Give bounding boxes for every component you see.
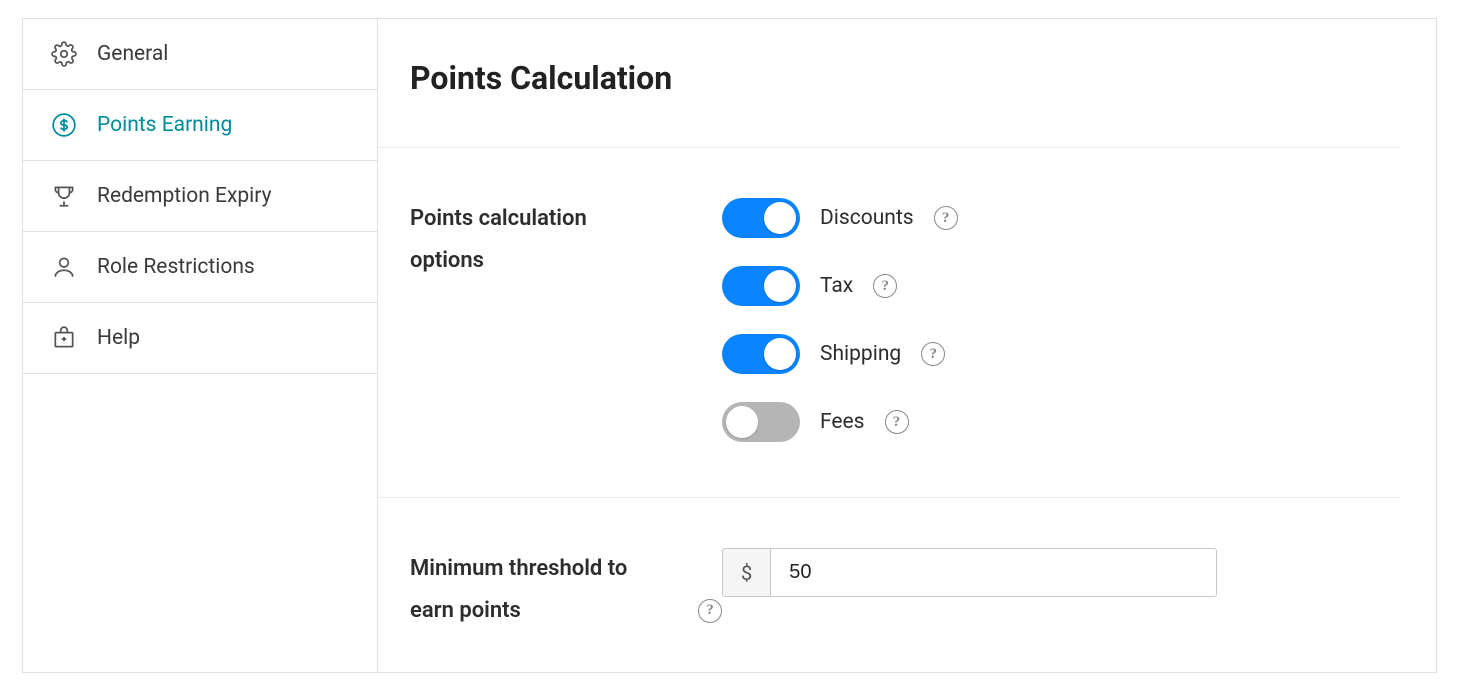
help-icon[interactable]: ?	[934, 206, 958, 230]
section-label: Points calculation options	[410, 198, 722, 442]
trophy-icon	[51, 183, 77, 209]
sidebar: General Points Earning Redemption Expiry…	[23, 19, 378, 672]
toggle-label: Tax	[820, 274, 853, 298]
main-content: Points Calculation Points calculation op…	[378, 19, 1436, 672]
toggle-shipping[interactable]	[722, 334, 800, 374]
threshold-input[interactable]	[770, 548, 1217, 597]
help-icon[interactable]: ?	[921, 342, 945, 366]
sidebar-item-general[interactable]: General	[23, 19, 377, 90]
help-bag-icon	[51, 325, 77, 351]
section-content: Discounts ? Tax ? Shipping ? Fees ?	[722, 198, 1400, 442]
toggle-discounts[interactable]	[722, 198, 800, 238]
section-content: $	[722, 548, 1400, 632]
toggle-label: Fees	[820, 410, 865, 434]
toggle-row-fees: Fees ?	[722, 402, 1400, 442]
sidebar-item-help[interactable]: Help	[23, 303, 377, 374]
sidebar-item-role-restrictions[interactable]: Role Restrictions	[23, 232, 377, 303]
dollar-circle-icon	[51, 112, 77, 138]
threshold-input-wrap: $	[722, 548, 1217, 597]
section-calculation-options: Points calculation options Discounts ? T…	[378, 148, 1400, 498]
gear-icon	[51, 41, 77, 67]
sidebar-item-label: Role Restrictions	[97, 255, 255, 279]
sidebar-item-label: General	[97, 42, 168, 66]
sidebar-item-label: Help	[97, 326, 140, 350]
sidebar-item-redemption-expiry[interactable]: Redemption Expiry	[23, 161, 377, 232]
toggle-label: Shipping	[820, 342, 901, 366]
sidebar-item-label: Points Earning	[97, 113, 232, 137]
sidebar-item-label: Redemption Expiry	[97, 184, 272, 208]
help-icon[interactable]: ?	[873, 274, 897, 298]
toggle-row-discounts: Discounts ?	[722, 198, 1400, 238]
person-icon	[51, 254, 77, 280]
toggle-fees[interactable]	[722, 402, 800, 442]
help-icon[interactable]: ?	[698, 599, 722, 623]
section-label: Minimum threshold to earn points ?	[410, 548, 722, 632]
toggle-tax[interactable]	[722, 266, 800, 306]
toggle-label: Discounts	[820, 206, 914, 230]
currency-prefix: $	[722, 548, 770, 597]
help-icon[interactable]: ?	[885, 410, 909, 434]
toggle-row-shipping: Shipping ?	[722, 334, 1400, 374]
page-title: Points Calculation	[378, 59, 1400, 148]
section-min-threshold: Minimum threshold to earn points ? $	[378, 498, 1400, 632]
sidebar-item-points-earning[interactable]: Points Earning	[23, 90, 377, 161]
settings-panel: General Points Earning Redemption Expiry…	[22, 18, 1437, 673]
toggle-row-tax: Tax ?	[722, 266, 1400, 306]
